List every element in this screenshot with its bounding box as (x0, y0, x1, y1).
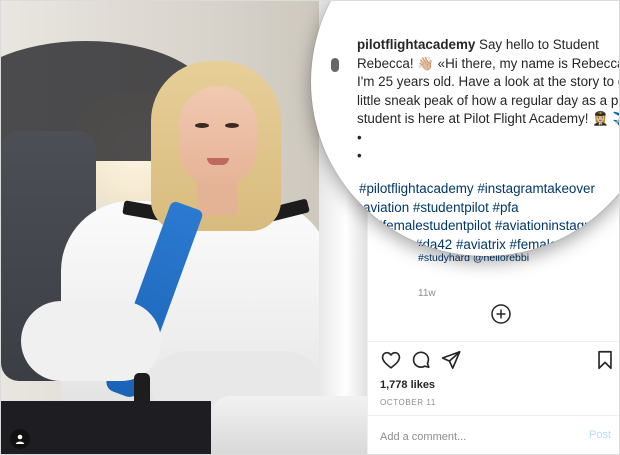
photo-arm-left (21, 301, 161, 381)
avatar[interactable] (331, 58, 339, 72)
post-date: OCTOBER 11 (380, 398, 436, 407)
paper-plane-icon[interactable] (440, 349, 462, 371)
hashtag-line[interactable]: #pilotflightacademy #instagramtakeover (311, 180, 619, 199)
caption-magnifier: pilotflightacademy Say hello to Student … (311, 1, 619, 256)
comment-input[interactable] (380, 429, 570, 445)
hashtag-line[interactable]: #femalestudentpilot #aviationinstagr (311, 217, 619, 236)
bookmark-icon[interactable] (594, 349, 616, 371)
heart-icon[interactable] (380, 349, 402, 371)
username-link[interactable]: pilotflightacademy (357, 37, 475, 52)
post-comment-button[interactable]: Post (589, 429, 611, 441)
divider (368, 341, 619, 342)
user-tag-icon[interactable] (10, 429, 30, 449)
photo-pants (1, 401, 211, 454)
comment-icon[interactable] (410, 349, 432, 371)
photo-pilot-face (179, 86, 257, 186)
caption-time-ago: 11w (418, 288, 436, 299)
caption-dot: • (357, 148, 362, 163)
instagram-post: ...#aviationlife #studyhard @hellorebbi … (0, 0, 620, 455)
divider (368, 415, 619, 416)
hashtag-line[interactable]: aviation #studentpilot #pfa (311, 199, 619, 218)
hashtag-line[interactable]: #da42 #aviatrix #femalesinaviation (311, 236, 619, 255)
photo-eye-left (195, 123, 209, 128)
likes-count[interactable]: 1,778 likes (380, 379, 435, 391)
plus-circle-icon[interactable] (490, 303, 512, 325)
caption-dot: • (357, 129, 362, 145)
photo-eye-right (225, 123, 239, 128)
caption-text-block: pilotflightacademy Say hello to Student … (357, 36, 619, 129)
photo-lips (207, 158, 229, 165)
post-action-bar (380, 349, 616, 375)
caption-block: pilotflightacademy Say hello to Student … (357, 36, 619, 166)
caption-hashtags-magnified: #pilotflightacademy #instagramtakeover a… (311, 180, 619, 255)
photo-cockpit-sill (211, 396, 367, 454)
